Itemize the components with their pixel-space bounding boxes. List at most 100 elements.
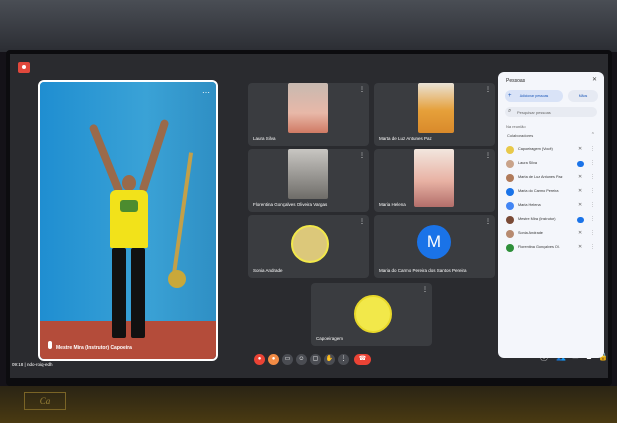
- more-options-icon[interactable]: ⋮: [590, 146, 595, 152]
- camera-feed: [288, 83, 328, 133]
- participant-row[interactable]: Mestre Mira (Instrutor) ⋮: [506, 214, 598, 226]
- avatar: [506, 230, 514, 238]
- participant-name: Florentina Gonçalves Oliveira Vargas: [253, 202, 328, 207]
- more-options-icon[interactable]: ⋯: [202, 88, 210, 97]
- camera-feed: [418, 83, 454, 133]
- shirt-logo: [120, 200, 138, 212]
- collaborators-header[interactable]: Colaboradores ⌃: [505, 132, 597, 140]
- video-tile[interactable]: ⋮ Florentina Gonçalves Oliveira Vargas: [248, 149, 369, 212]
- participant-avatar: [291, 225, 329, 263]
- more-options-icon[interactable]: ⋮: [590, 174, 595, 180]
- participant-name: Sonia Andrade: [518, 231, 543, 235]
- speaking-indicator: [577, 161, 584, 167]
- add-people-button[interactable]: + Adicionar pessoas: [505, 90, 563, 102]
- panel-title: Pessoas: [506, 78, 526, 84]
- more-options-icon[interactable]: ⋮: [590, 216, 595, 222]
- chevron-up-icon: ⌃: [590, 132, 595, 138]
- participant-row[interactable]: Laura Silva ⋮: [506, 158, 598, 170]
- person-head: [122, 175, 136, 191]
- more-options-icon[interactable]: ⋮: [485, 86, 491, 93]
- participant-name: Marta de Luz Antunes Paz: [379, 136, 432, 141]
- more-options-icon[interactable]: ⋮: [359, 218, 365, 225]
- participant-row[interactable]: Maria do Carmo Pereira ✕ ⋮: [506, 186, 598, 198]
- people-panel: Pessoas ✕ + Adicionar pessoas Mãos ⌕ Pes…: [498, 72, 604, 358]
- participant-name: Capoeiragem: [316, 336, 344, 341]
- participant-row[interactable]: Maria Helena ✕ ⋮: [506, 200, 598, 212]
- record-icon[interactable]: [18, 62, 30, 73]
- video-tile[interactable]: ⋮ Laura Silva: [248, 83, 369, 146]
- avatar: [506, 188, 514, 196]
- main-participant-name: Mestre Mira (Instrutor) Capoeira: [56, 345, 132, 351]
- section-label: Na reunião: [506, 124, 526, 129]
- person-shirt: [110, 190, 148, 248]
- search-placeholder: Pesquisar pessoas: [517, 110, 551, 115]
- avatar: [506, 202, 514, 210]
- raise-hands-button[interactable]: Mãos: [568, 90, 598, 102]
- participant-name: Maria Helena: [518, 203, 541, 207]
- floor-sign: Ca: [24, 392, 66, 410]
- avatar: [506, 174, 514, 182]
- meeting-time: 09:18: [12, 362, 24, 367]
- camera-toggle-icon[interactable]: ●: [268, 354, 279, 365]
- more-options-icon[interactable]: ⋮: [590, 202, 595, 208]
- close-icon[interactable]: ✕: [592, 76, 597, 83]
- participant-name: Marta de Luz Antunes Paz: [518, 175, 563, 179]
- participant-avatar: M: [417, 225, 451, 259]
- participant-name: Laura Silva: [253, 136, 276, 141]
- participant-row[interactable]: Capoeiragem (Você) ✕ ⋮: [506, 144, 598, 156]
- participant-name: Sonia Andrade: [253, 268, 283, 273]
- participant-name: Capoeiragem (Você): [518, 147, 553, 151]
- search-input[interactable]: ⌕ Pesquisar pessoas: [505, 107, 597, 117]
- hangup-icon[interactable]: ☎: [354, 354, 371, 365]
- more-options-icon[interactable]: ⋮: [485, 218, 491, 225]
- meet-screen: ⋯ Mestre Mira (Instrutor) Capoeira ⋮ Lau…: [10, 54, 608, 378]
- video-tile[interactable]: ⋮ Capoeiragem: [311, 283, 432, 346]
- emoji-icon[interactable]: ☺: [296, 354, 307, 365]
- room-wall: [0, 0, 617, 52]
- video-tile[interactable]: ⋮ Marta de Luz Antunes Paz: [374, 83, 495, 146]
- mic-off-icon: ✕: [578, 202, 583, 208]
- video-tile[interactable]: ⋮ Sonia Andrade: [248, 215, 369, 278]
- mic-toggle-icon[interactable]: ●: [254, 354, 265, 365]
- participant-avatar: [354, 295, 392, 333]
- mic-off-icon: ✕: [578, 230, 583, 236]
- add-people-label: Adicionar pessoas: [519, 94, 549, 98]
- person-leg-right: [131, 248, 145, 338]
- camera-feed: [414, 149, 454, 207]
- avatar: [506, 146, 514, 154]
- video-tile[interactable]: M ⋮ Maria do Carmo Pereira dos Santos Pe…: [374, 215, 495, 278]
- participant-name: Maria Helena: [379, 202, 406, 207]
- participant-name: Florentina Gonçalves Ol.: [518, 245, 560, 249]
- meeting-separator: |: [24, 362, 26, 367]
- more-options-icon[interactable]: ⋮: [590, 160, 595, 166]
- participant-name: Mestre Mira (Instrutor): [518, 217, 556, 221]
- main-video-tile[interactable]: ⋯ Mestre Mira (Instrutor) Capoeira: [38, 80, 218, 361]
- avatar: [506, 244, 514, 252]
- more-options-icon[interactable]: ⋮: [338, 354, 349, 365]
- search-icon: ⌕: [508, 108, 512, 114]
- participant-row[interactable]: Marta de Luz Antunes Paz ✕ ⋮: [506, 172, 598, 184]
- participant-name: Maria do Carmo Pereira: [518, 189, 559, 193]
- more-options-icon[interactable]: ⋮: [359, 152, 365, 159]
- participant-row[interactable]: Sonia Andrade ✕ ⋮: [506, 228, 598, 240]
- avatar: [506, 216, 514, 224]
- more-options-icon[interactable]: ⋮: [485, 152, 491, 159]
- video-tile[interactable]: ⋮ Maria Helena: [374, 149, 495, 212]
- more-options-icon[interactable]: ⋮: [590, 188, 595, 194]
- participant-name: Laura Silva: [518, 161, 537, 165]
- present-screen-icon[interactable]: ▢: [310, 354, 321, 365]
- add-person-icon: +: [508, 93, 512, 99]
- more-options-icon[interactable]: ⋮: [590, 230, 595, 236]
- meeting-code: ndo-roiq-edh: [26, 362, 53, 367]
- room-floor: [0, 386, 617, 423]
- collaborators-label: Colaboradores: [507, 133, 534, 138]
- more-options-icon[interactable]: ⋮: [359, 86, 365, 93]
- more-options-icon[interactable]: ⋮: [590, 244, 595, 250]
- captions-icon[interactable]: ▭: [282, 354, 293, 365]
- participant-row[interactable]: Florentina Gonçalves Ol. ✕ ⋮: [506, 242, 598, 254]
- mic-off-icon: ✕: [578, 244, 583, 250]
- raise-hand-icon[interactable]: ✋: [324, 354, 335, 365]
- speaking-indicator: [577, 217, 584, 223]
- mic-off-icon: ✕: [578, 174, 583, 180]
- more-options-icon[interactable]: ⋮: [422, 286, 428, 293]
